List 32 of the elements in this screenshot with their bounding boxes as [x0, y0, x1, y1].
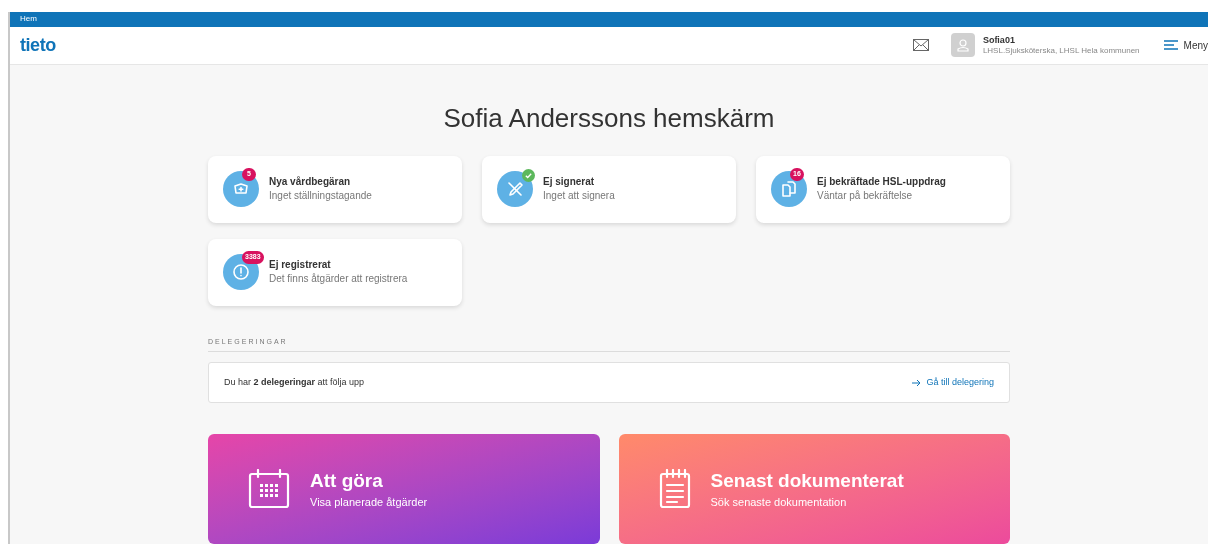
card-title: Ej registrerat: [269, 258, 332, 272]
delegation-link[interactable]: Gå till delegering: [912, 375, 994, 390]
tile-title: Senast dokumenterat: [710, 468, 904, 493]
tile-title: Att göra: [310, 468, 384, 493]
card-title: Ej bekräftade HSL-uppdrag: [817, 175, 946, 189]
breadcrumb[interactable]: Hem: [20, 13, 37, 26]
arrow-right-icon: [912, 378, 922, 387]
calendar-icon: [248, 469, 290, 509]
card-title: Nya vårdbegäran: [269, 175, 352, 189]
pen-icon: [506, 180, 524, 198]
card-title: Ej signerat: [543, 175, 596, 189]
user-icon: [955, 38, 970, 53]
user-role: LHSL.Sjuksköterska, LHSL Hela kommunen: [982, 45, 1140, 56]
user-name: Sofia01: [982, 34, 1016, 46]
alert-icon: [232, 263, 250, 281]
documents-icon: [780, 180, 798, 198]
logo[interactable]: tieto: [20, 31, 56, 59]
delegation-message: Du har 2 delegeringar att följa upp: [224, 375, 365, 389]
shortcut-tile[interactable]: Att göra Visa planerade åtgärder: [208, 434, 600, 544]
notepad-icon: [658, 469, 691, 509]
card-subtitle: Inget ställningstagande: [269, 189, 372, 203]
tile-subtitle: Visa planerade åtgärder: [310, 495, 428, 510]
page-title: Sofia Anderssons hemskärm: [442, 101, 776, 134]
mail-icon[interactable]: [912, 39, 929, 52]
tile-subtitle: Sök senaste dokumentation: [710, 495, 848, 510]
menu-button[interactable]: Meny: [1163, 37, 1208, 53]
menu-icon: [1163, 40, 1178, 51]
card-subtitle: Inget att signera: [543, 189, 615, 203]
check-badge-icon: [522, 169, 535, 182]
card-subtitle: Väntar på bekräftelse: [817, 189, 914, 203]
card-subtitle: Det finns åtgärder att registrera: [269, 272, 408, 286]
status-card[interactable]: Ej signerat Inget att signera: [482, 155, 736, 223]
